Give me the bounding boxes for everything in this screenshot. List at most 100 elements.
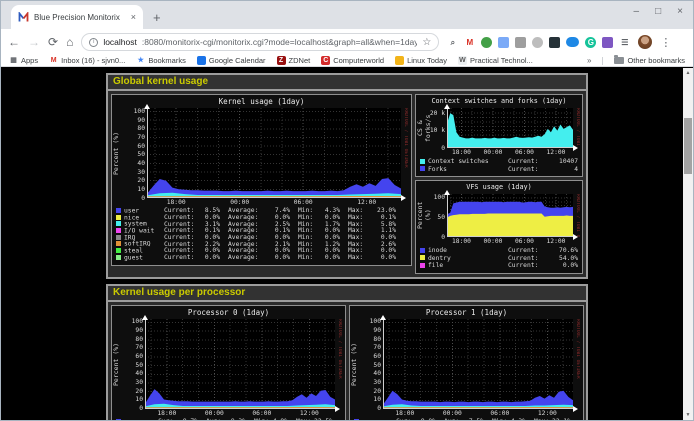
gmail-extension-icon[interactable]: M	[464, 37, 475, 48]
bookmark-item-3[interactable]: Google Calendar	[197, 56, 266, 65]
browser-menu-button[interactable]: ⋮	[660, 36, 671, 49]
y-axis-label: Percent (%)	[112, 108, 121, 198]
window-close-button[interactable]: ×	[677, 7, 683, 17]
new-tab-button[interactable]: +	[153, 11, 161, 24]
back-button[interactable]: ←	[8, 36, 20, 48]
legend-swatch	[420, 248, 425, 253]
bookmark-label-0: Apps	[21, 56, 38, 65]
plot-area	[147, 108, 401, 198]
tab-title: Blue Precision Monitorix	[34, 13, 126, 22]
legend-row: stealCurrent:0.0%Average:0.0%Min:0.0%Max…	[116, 248, 407, 255]
graph-legend: userCur:9.0%Avg:7.5%Min:4.3%Max:22.1%nic…	[350, 417, 583, 421]
page-info-icon[interactable]: i	[89, 38, 98, 47]
bookmark-item-1[interactable]: MInbox (16) - sjvn0...	[49, 56, 125, 65]
blue-pill-extension-icon[interactable]	[566, 37, 579, 47]
other-bookmarks[interactable]: Other bookmarks	[614, 56, 685, 65]
reload-button[interactable]: ⟳	[48, 36, 58, 48]
bookmark-label-5: Computerworld	[333, 56, 384, 65]
rrdtool-watermark: RRDTOOL / TOBI OETIKER	[335, 319, 342, 409]
bookmark-star-icon[interactable]: ☆	[422, 37, 431, 48]
y-axis-arrow	[444, 104, 450, 109]
legend-row: I/O waitCurrent:0.1%Average:0.1%Min:0.0%…	[116, 228, 407, 235]
graph-legend: userCur:9.7%Avg:8.3%Min:4.9%Max:22.5%nic…	[112, 417, 345, 421]
gray-square-extension-icon[interactable]	[515, 37, 526, 48]
bookmark-item-7[interactable]: WPractical Technol...	[458, 56, 533, 65]
x-axis-ticks: 18:0000:0006:0012:00	[350, 409, 583, 417]
y-axis-ticks: 010 k20 k	[425, 108, 447, 148]
legend-row: fileCurrent:0.0%	[420, 262, 578, 270]
legend-swatch	[116, 221, 121, 226]
plot-area	[383, 319, 573, 409]
legend-row: ForksCurrent:4	[420, 166, 578, 174]
scrollbar-down-arrow[interactable]: ▼	[683, 410, 693, 420]
bookmark-label-4: ZDNet	[289, 56, 311, 65]
grammarly-extension-icon[interactable]: G	[585, 37, 596, 48]
bookmark-label-7: Practical Technol...	[470, 56, 533, 65]
url-host: localhost	[103, 37, 137, 47]
y-axis-ticks: 050100	[425, 194, 447, 237]
graph-legend: userCurrent:8.5%Average:7.4%Min:4.3%Max:…	[112, 206, 411, 262]
legend-row: guestCurrent:0.0%Average:0.0%Min:0.0%Max…	[116, 255, 407, 262]
page-scrollbar[interactable]: ▲ ▼	[683, 68, 693, 420]
section-title-kernel-usage-per-processor: Kernel usage per processor	[108, 286, 586, 302]
profile-avatar[interactable]	[638, 35, 652, 49]
plot-area	[145, 319, 335, 409]
legend-row: niceCurrent:0.0%Average:0.0%Min:0.0%Max:…	[116, 215, 407, 222]
dark-square-extension-icon[interactable]	[549, 37, 560, 48]
y-axis-arrow	[142, 315, 148, 320]
y-axis-label: CS & forks/s	[416, 108, 425, 148]
graph-title: Kernel usage (1day)	[112, 97, 411, 107]
graph-title: Context switches and forks (1day)	[416, 97, 582, 107]
copy-pages-extension-icon[interactable]	[498, 37, 509, 48]
chart-processor-1: Processor 1 (1day)Percent (%)01020304050…	[349, 305, 584, 421]
window-maximize-button[interactable]: □	[655, 7, 661, 17]
bookmark-item-5[interactable]: CComputerworld	[321, 56, 384, 65]
green-circle-extension-icon[interactable]	[481, 37, 492, 48]
x-axis-ticks: 18:0000:0006:0012:00	[416, 237, 582, 245]
bookmarks-overflow-chevron[interactable]: »	[587, 56, 591, 65]
bookmarks-separator	[602, 57, 603, 65]
home-button[interactable]: ⌂	[66, 36, 73, 48]
bookmarks-bar: ▦Apps MInbox (16) - sjvn0... ★Bookmarks Goo…	[1, 55, 693, 67]
scrollbar-thumb[interactable]	[684, 118, 692, 174]
tab-list-extension-icon[interactable]: ☰	[619, 37, 630, 48]
tab-close-icon[interactable]: ×	[131, 13, 136, 22]
window-minimize-button[interactable]: –	[634, 7, 640, 17]
legend-swatch	[116, 248, 121, 253]
monitorix-favicon	[18, 12, 29, 23]
legend-swatch	[420, 255, 425, 260]
rrdtool-watermark: RRDTOOL / TOBI OETIKER	[401, 108, 408, 198]
page-content: Global kernel usage Kernel usage (1day)P…	[1, 68, 693, 420]
browser-tab[interactable]: Blue Precision Monitorix ×	[11, 5, 143, 29]
graph-legend: inodeCurrent:70.6%dentryCurrent:54.0%fil…	[416, 245, 582, 270]
bookmark-label-6: Linux Today	[407, 56, 447, 65]
section-kernel-usage-per-processor: Kernel usage per processor Processor 0 (…	[106, 284, 588, 421]
bookmark-icon-7: W	[458, 56, 467, 65]
address-bar[interactable]: i localhost :8080/monitorix-cgi/monitori…	[81, 33, 439, 51]
bookmark-item-6[interactable]: Linux Today	[395, 56, 447, 65]
bookmark-icon-3	[197, 56, 206, 65]
browser-titlebar: Blue Precision Monitorix × + – □ ×	[1, 1, 693, 29]
bookmark-item-2[interactable]: ★Bookmarks	[136, 56, 186, 65]
bookmark-icon-6	[395, 56, 404, 65]
folder-icon	[614, 57, 624, 64]
y-axis-label: Percent (%)	[112, 319, 121, 409]
forward-button[interactable]: →	[28, 36, 40, 48]
legend-swatch	[116, 208, 121, 213]
puzzle-extension-icon[interactable]	[602, 37, 613, 48]
bookmark-label-2: Bookmarks	[148, 56, 186, 65]
bookmark-item-0[interactable]: ▦Apps	[9, 56, 38, 65]
browser-toolbar: ← → ⟳ ⌂ i localhost :8080/monitorix-cgi/…	[1, 29, 693, 55]
extensions-row: ⌕ M G ☰	[447, 37, 630, 48]
search-extension-icon[interactable]: ⌕	[447, 37, 458, 48]
legend-swatch	[116, 255, 121, 260]
cookie-extension-icon[interactable]	[532, 37, 543, 48]
section-global-kernel-usage: Global kernel usage Kernel usage (1day)P…	[106, 73, 588, 279]
legend-swatch	[420, 159, 425, 164]
bookmark-items: ▦Apps MInbox (16) - sjvn0... ★Bookmarks Goo…	[9, 56, 576, 65]
bookmark-item-4[interactable]: ZZDNet	[277, 56, 311, 65]
bookmark-icon-0: ▦	[9, 56, 18, 65]
legend-row: softIRQCurrent:2.2%Average:2.1%Min:1.2%M…	[116, 241, 407, 248]
legend-swatch	[116, 235, 121, 240]
scrollbar-up-arrow[interactable]: ▲	[683, 68, 693, 78]
